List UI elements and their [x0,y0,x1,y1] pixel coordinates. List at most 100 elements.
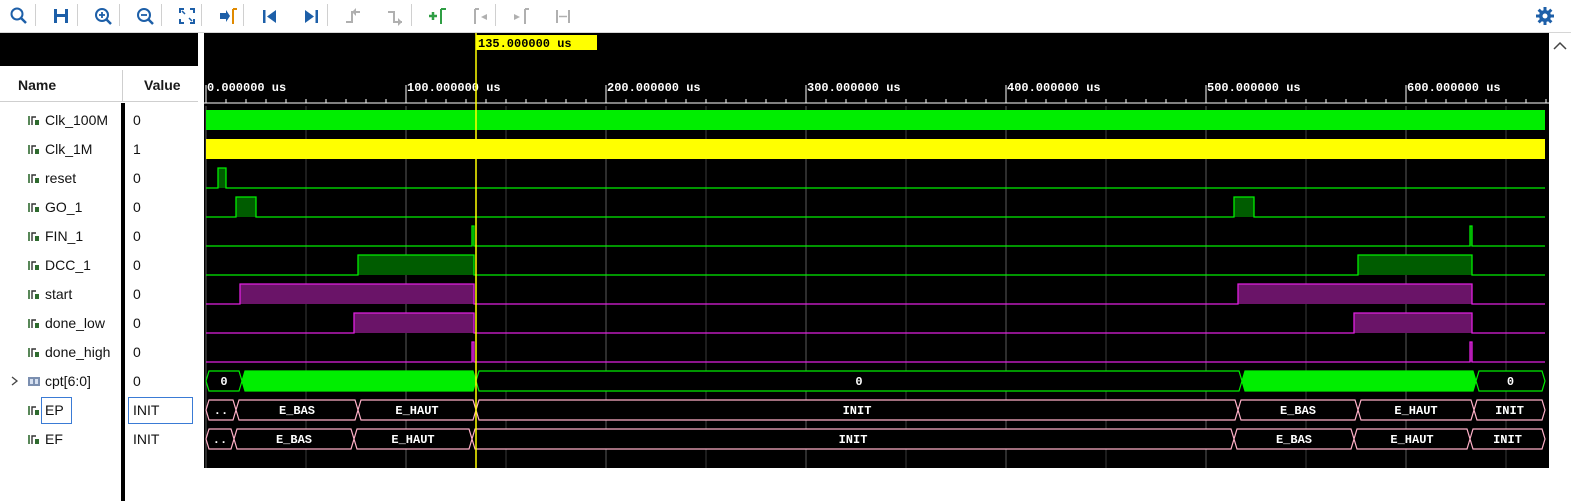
bit-signal-icon [28,406,39,415]
toolbar-separator [35,4,36,26]
zoom-fit-button[interactable] [174,3,200,29]
signal-value-cell[interactable]: 0 [125,338,198,367]
vertical-scrollbar[interactable] [1549,33,1571,468]
done-high-trace[interactable] [206,341,1545,363]
signal-value-cell[interactable]: 0 [125,309,198,338]
go-1-trace[interactable] [206,196,1545,218]
signal-value: 0 [133,286,141,302]
done-low-high [354,313,474,333]
name-column-header[interactable]: Name [18,70,56,101]
signal-row-ef[interactable]: EF [0,425,121,454]
waveform-canvas[interactable]: 0.000000 us 100.000000 us 200.000000 us 300… [204,33,1549,468]
signal-value-cell[interactable]: 0 [125,367,198,396]
bit-signal-icon [28,319,39,328]
signal-name: start [45,286,73,302]
signal-value-cell[interactable]: 0 [125,106,198,135]
clk-1m-trace[interactable] [206,139,1545,159]
next-transition-button[interactable] [382,3,408,29]
fin-1-trace[interactable] [206,225,1545,247]
go-to-last-time-button[interactable] [298,3,324,29]
signal-name: done_low [45,315,105,331]
signal-value-cell[interactable]: 0 [125,280,198,309]
save-button[interactable] [48,3,74,29]
add-marker-button[interactable] [424,3,450,29]
previous-transition-icon [346,8,360,23]
signal-row-clk-100m[interactable]: Clk_100M [0,106,121,135]
signal-name: done_high [45,344,111,360]
reset-high [218,168,226,188]
bit-signal-icon [28,203,39,212]
signal-row-done-low[interactable]: done_low [0,309,121,338]
search-icon [10,7,27,24]
signal-row-go-1[interactable]: GO_1 [0,193,121,222]
column-divider[interactable] [122,70,123,101]
signal-list-panel: Name Value Clk_100M 0 Clk_1M 1 reset 0 GO_1 0 FI… [0,33,198,501]
signal-value: 0 [133,199,141,215]
signal-value: 0 [133,315,141,331]
dcc-1-high [1358,255,1472,275]
value-selection-box [128,397,193,424]
search-button[interactable] [6,3,32,29]
signal-row-cpt-6-0-[interactable]: cpt[6:0] [0,367,121,396]
signal-value-cell[interactable]: 0 [125,193,198,222]
signal-row-clk-1m[interactable]: Clk_1M [0,135,121,164]
settings-button[interactable] [1532,3,1558,29]
signal-name: FIN_1 [45,228,84,244]
signal-name: EF [45,431,63,447]
chevron-right-icon[interactable] [10,374,20,388]
ep-label: E_HAUT [1394,404,1437,418]
zoom-in-button[interactable] [90,3,116,29]
signal-value-cell[interactable]: INIT [125,425,198,454]
go-to-time-zero-button[interactable] [256,3,282,29]
toolbar-separator [77,4,78,26]
signal-value-cell[interactable]: 0 [125,164,198,193]
bit-signal-icon [28,232,39,241]
ep-label: E_BAS [279,404,315,418]
cpt-segment[interactable] [1241,370,1477,392]
ef-label: E_HAUT [1390,433,1433,447]
signal-row-reset[interactable]: reset [0,164,121,193]
scroll-up-icon[interactable] [1549,35,1571,57]
add-marker-icon [429,8,446,24]
toolbar-separator [119,4,120,26]
ep-label: INIT [1495,404,1524,418]
done-low-high [1354,313,1472,333]
toolbar-separator [411,4,412,26]
signal-row-start[interactable]: start [0,280,121,309]
cpt-label: 0 [1507,375,1514,389]
toolbar-separator [495,4,496,26]
value-column-header[interactable]: Value [144,70,181,101]
cpt-segment[interactable] [241,370,477,392]
ruler-label: 400.000000 us [1007,81,1101,95]
reset-trace[interactable] [206,167,1545,189]
previous-transition-button[interactable] [340,3,366,29]
signal-value: 0 [133,344,141,360]
ruler-label: 600.000000 us [1407,81,1501,95]
signal-value-cell[interactable]: 0 [125,251,198,280]
zoom-out-button[interactable] [132,3,158,29]
next-marker-button[interactable] [508,3,534,29]
signal-row-ep[interactable]: EP [0,396,121,425]
signal-row-fin-1[interactable]: FIN_1 [0,222,121,251]
signal-value-cell[interactable]: 1 [125,135,198,164]
start-high [240,284,474,304]
swap-cursors-button[interactable] [550,3,576,29]
signal-value: 0 [133,112,141,128]
go-to-last-time-icon [305,10,318,23]
ruler-label: 0.000000 us [207,81,286,95]
signal-value-cell[interactable]: INIT [125,396,198,425]
previous-marker-button[interactable] [466,3,492,29]
ef-label: INIT [839,433,868,447]
bit-signal-icon [28,435,39,444]
signal-row-done-high[interactable]: done_high [0,338,121,367]
signal-value-cell[interactable]: 0 [125,222,198,251]
clk-100m-trace[interactable] [206,110,1545,130]
zoom-out-icon [137,8,154,25]
go-to-cursor-button[interactable] [214,3,240,29]
signal-row-dcc-1[interactable]: DCC_1 [0,251,121,280]
waveform-toolbar [0,0,1571,33]
signal-name: DCC_1 [45,257,91,273]
signal-value: 0 [133,373,141,389]
gear-icon [1536,7,1554,25]
signal-name: Clk_1M [45,141,93,157]
